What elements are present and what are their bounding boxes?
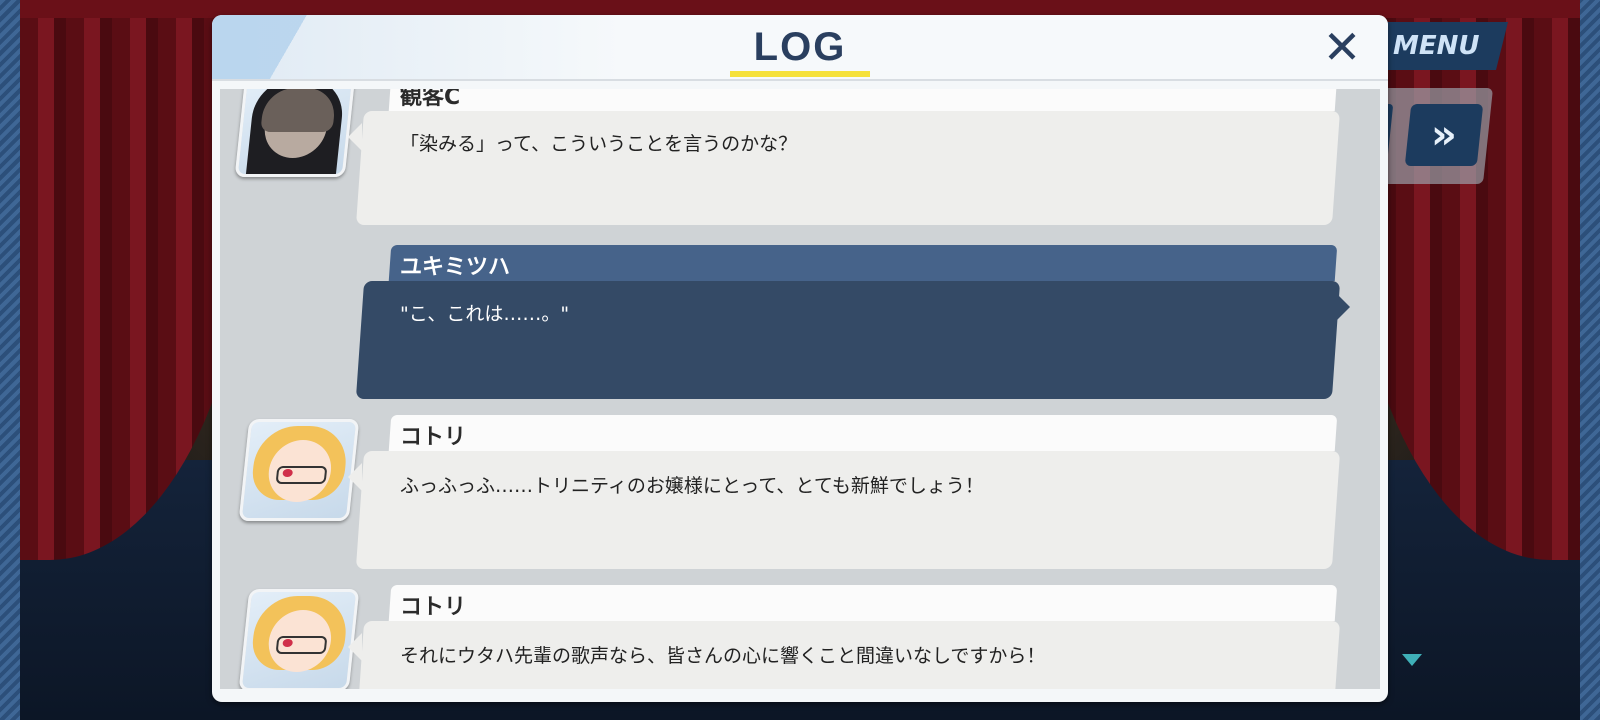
dialogue-bubble xyxy=(355,451,1341,569)
speaker-portrait xyxy=(238,419,360,521)
log-header: LOG ✕ xyxy=(212,15,1388,81)
bubble-pointer xyxy=(348,633,362,661)
speaker-name: コトリ xyxy=(400,425,467,450)
close-button[interactable]: ✕ xyxy=(1320,20,1364,74)
log-entry-player: ユキミツハ "こ、これは……。" xyxy=(220,245,1380,405)
name-bar xyxy=(388,585,1338,621)
dialogue-text: "こ、これは……。" xyxy=(400,303,570,325)
menu-label: MENU xyxy=(1392,31,1480,61)
speaker-name: コトリ xyxy=(400,595,467,620)
bubble-pointer xyxy=(1336,293,1350,321)
bubble-pointer xyxy=(348,463,362,491)
log-list[interactable]: 観客C 「染みる」って、こういうことを言うのかな？ ユキミツハ "こ、これは……… xyxy=(220,89,1380,689)
speaker-name: 観客C xyxy=(400,89,461,110)
speaker-portrait xyxy=(238,589,360,689)
log-entry: コトリ それにウタハ先輩の歌声なら、皆さんの心に響くこと間違いなしですから！ xyxy=(220,585,1380,689)
next-arrow-icon xyxy=(1402,654,1422,666)
speaker-name: ユキミツハ xyxy=(400,255,511,280)
dialogue-text: ふっふっふ……トリニティのお嬢様にとって、とても新鮮でしょう！ xyxy=(400,475,984,497)
name-bar xyxy=(388,89,1338,111)
log-panel: LOG ✕ 観客C 「染みる」って、こういうことを言うのかな？ ユキミツハ "こ… xyxy=(212,15,1388,702)
log-entry: 観客C 「染みる」って、こういうことを言うのかな？ xyxy=(220,89,1380,235)
log-entry: コトリ ふっふっふ……トリニティのお嬢様にとって、とても新鮮でしょう！ xyxy=(220,415,1380,575)
speaker-portrait xyxy=(234,89,356,177)
dialogue-text: それにウタハ先輩の歌声なら、皆さんの心に響くこと間違いなしですから！ xyxy=(400,645,1046,667)
skip-button[interactable]: » xyxy=(1404,104,1484,166)
fast-forward-icon: » xyxy=(1431,112,1457,158)
dialogue-text: 「染みる」って、こういうことを言うのかな？ xyxy=(400,133,798,155)
title-underline xyxy=(730,71,870,77)
log-title: LOG xyxy=(753,25,847,69)
name-bar xyxy=(388,245,1338,281)
close-icon: ✕ xyxy=(1322,20,1362,74)
bubble-pointer xyxy=(348,123,362,151)
name-bar xyxy=(388,415,1338,451)
